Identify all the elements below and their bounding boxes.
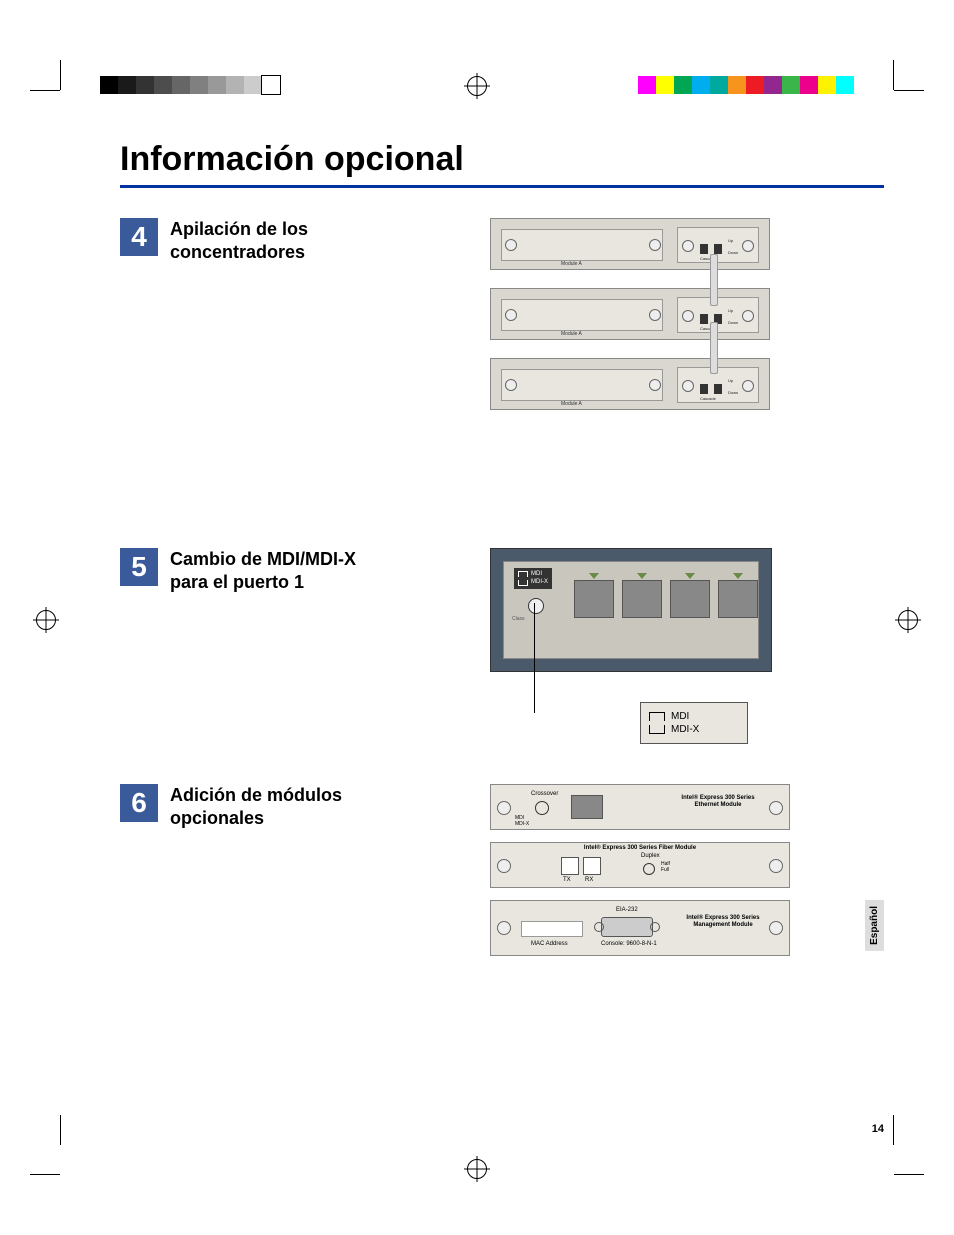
crop-mark bbox=[30, 90, 60, 91]
crop-mark bbox=[894, 1174, 924, 1175]
pointer-line bbox=[534, 603, 535, 713]
crop-mark bbox=[894, 90, 924, 91]
fiber-tx-port-icon bbox=[561, 857, 579, 875]
rj45-port-icon bbox=[718, 580, 758, 618]
crossover-button-icon bbox=[535, 801, 549, 815]
hub-stack-illustration: Module A Up Down Cascade Modu bbox=[490, 218, 770, 410]
section-4-row: 4 Apilación de los concentradores Module… bbox=[120, 218, 884, 428]
registration-mark-icon bbox=[36, 610, 56, 630]
rj45-port-icon bbox=[571, 795, 603, 819]
duplex-button-icon bbox=[643, 863, 655, 875]
page-title: Información opcional bbox=[120, 140, 884, 188]
hub-unit: Module A Up Down Cascade bbox=[490, 218, 770, 270]
management-module: MAC Address EIA-232 Console: 9600-8-N-1 … bbox=[490, 900, 790, 956]
step-number-6: 6 bbox=[120, 784, 158, 822]
mdi-up-icon bbox=[649, 712, 665, 721]
module-title: Intel® Express 300 Series Fiber Module bbox=[540, 845, 740, 852]
step-title-4: Apilación de los concentradores bbox=[170, 218, 370, 263]
db9-port-icon bbox=[601, 917, 653, 937]
module-title: Intel® Express 300 Series Management Mod… bbox=[683, 915, 763, 928]
page-number: 14 bbox=[872, 1123, 884, 1135]
mdi-switch-illustration: MDI MDI-X Class bbox=[490, 548, 772, 672]
rj45-port-icon bbox=[622, 580, 662, 618]
crop-mark bbox=[893, 60, 894, 90]
mdi-push-button-icon bbox=[528, 598, 544, 614]
class-label: Class bbox=[512, 616, 525, 622]
crop-mark bbox=[60, 60, 61, 90]
rj45-port-icon bbox=[670, 580, 710, 618]
section-6-row: 6 Adición de módulos opcionales Crossove… bbox=[120, 784, 884, 956]
crop-mark bbox=[30, 1174, 60, 1175]
crop-mark bbox=[60, 1115, 61, 1145]
registration-mark-icon bbox=[898, 610, 918, 630]
fiber-rx-port-icon bbox=[583, 857, 601, 875]
rj45-port-icon bbox=[574, 580, 614, 618]
module-label: Module A bbox=[561, 331, 582, 337]
section-5-row: 5 Cambio de MDI/MDI-X para el puerto 1 M… bbox=[120, 548, 884, 744]
mdi-down-icon bbox=[649, 725, 665, 734]
ethernet-module: Crossover MDIMDI-X Intel® Express 300 Se… bbox=[490, 784, 790, 830]
registration-mark-icon bbox=[467, 76, 487, 96]
registration-mark-icon bbox=[467, 1159, 487, 1179]
step-title-5: Cambio de MDI/MDI-X para el puerto 1 bbox=[170, 548, 370, 593]
mdi-switch-label: MDI MDI-X bbox=[514, 568, 552, 589]
module-label: Module A bbox=[561, 401, 582, 407]
cascade-cable bbox=[710, 322, 718, 374]
crop-mark bbox=[893, 1115, 894, 1145]
language-tab: Español bbox=[865, 900, 884, 951]
step-title-6: Adición de módulos opcionales bbox=[170, 784, 370, 829]
modules-illustration: Crossover MDIMDI-X Intel® Express 300 Se… bbox=[490, 784, 790, 956]
page-content: Información opcional 4 Apilación de los … bbox=[120, 140, 884, 1135]
cascade-cable bbox=[710, 254, 718, 306]
fiber-module: Intel® Express 300 Series Fiber Module T… bbox=[490, 842, 790, 888]
mac-address-label-area bbox=[521, 921, 583, 937]
hub-unit: Module A Up Down Cascade bbox=[490, 288, 770, 340]
step-number-5: 5 bbox=[120, 548, 158, 586]
grayscale-colorbar bbox=[100, 76, 280, 94]
mdi-legend: MDI MDI-X bbox=[640, 702, 748, 744]
module-title: Intel® Express 300 Series Ethernet Modul… bbox=[673, 795, 763, 808]
module-label: Module A bbox=[561, 261, 582, 267]
cmyk-colorbar bbox=[638, 76, 854, 94]
step-number-4: 4 bbox=[120, 218, 158, 256]
hub-unit: Module A Up Down Cascade bbox=[490, 358, 770, 410]
